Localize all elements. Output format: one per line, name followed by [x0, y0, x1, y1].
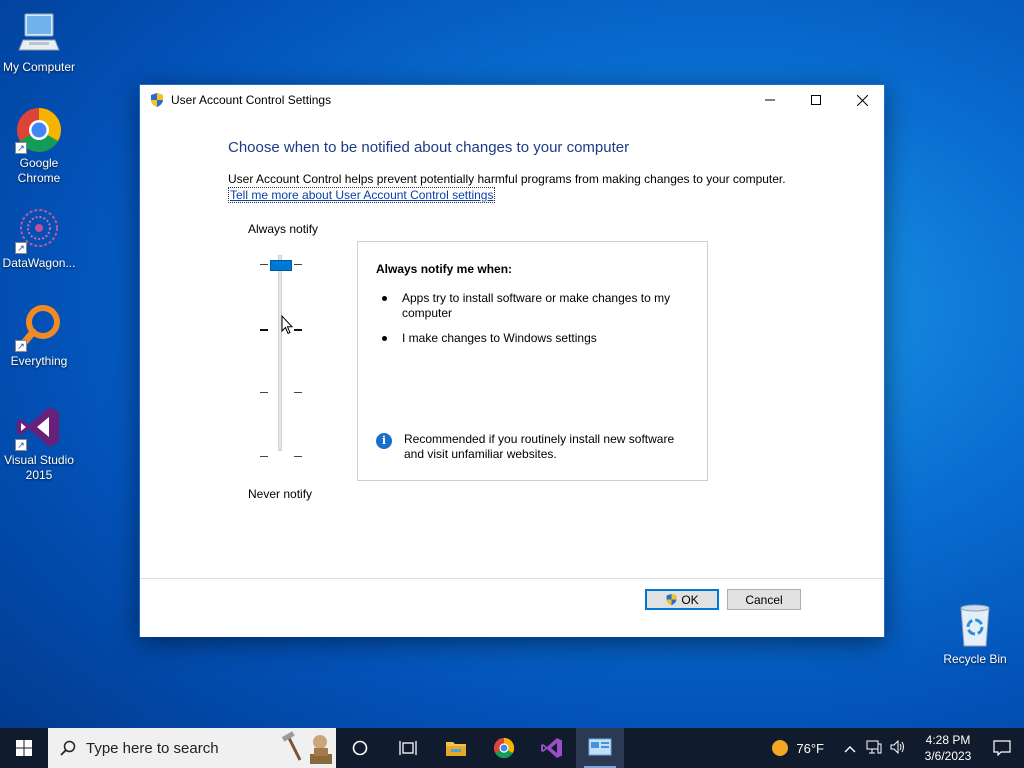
- maximize-icon: [811, 95, 821, 105]
- slider-tick: [260, 456, 268, 457]
- level-description-panel: Always notify me when: Apps try to insta…: [357, 241, 708, 481]
- action-center-button[interactable]: [980, 728, 1024, 768]
- minimize-button[interactable]: [747, 85, 793, 115]
- panel-title: Always notify me when:: [376, 262, 513, 276]
- ok-button-label: OK: [681, 592, 699, 607]
- datawagon-icon: ↗: [15, 206, 63, 254]
- title-bar[interactable]: User Account Control Settings: [140, 85, 884, 115]
- chrome-icon: [493, 737, 515, 759]
- desktop-icon-visual-studio[interactable]: ↗ Visual Studio 2015: [0, 403, 78, 483]
- volume-icon[interactable]: [886, 739, 910, 757]
- uac-settings-taskbar-button[interactable]: [576, 728, 624, 768]
- task-view-icon: [399, 741, 417, 755]
- uac-shield-icon: [151, 93, 163, 107]
- chevron-up-icon[interactable]: [838, 741, 862, 756]
- cortana-button[interactable]: [336, 728, 384, 768]
- desktop-icon-label: Visual Studio 2015: [4, 453, 74, 482]
- notification-level-slider[interactable]: [252, 245, 312, 465]
- slider-tick: [260, 264, 268, 265]
- windows-logo-icon: [16, 740, 32, 756]
- sun-icon: [772, 740, 789, 756]
- network-icon[interactable]: [862, 740, 886, 757]
- bullet-list: Apps try to install software or make cha…: [380, 291, 690, 356]
- window-title: User Account Control Settings: [171, 93, 332, 107]
- visual-studio-taskbar-button[interactable]: [528, 728, 576, 768]
- slider-tick: [260, 329, 268, 331]
- taskbar-search-box[interactable]: Type here to search: [48, 728, 336, 768]
- maximize-button[interactable]: [793, 85, 839, 115]
- desktop-icon-label: Recycle Bin: [943, 652, 1007, 666]
- recommendation-note: i Recommended if you routinely install n…: [376, 432, 696, 462]
- recommendation-text: Recommended if you routinely install new…: [404, 432, 675, 461]
- list-item: I make changes to Windows settings: [380, 331, 690, 346]
- cancel-button-label: Cancel: [745, 592, 783, 607]
- desktop-icon-label: DataWagon...: [2, 256, 76, 270]
- shortcut-arrow-icon: ↗: [15, 340, 27, 352]
- info-icon: i: [376, 433, 392, 449]
- slider-top-label: Always notify: [248, 222, 319, 236]
- folder-icon: [446, 742, 466, 756]
- slider-bottom-label: Never notify: [248, 487, 313, 501]
- slider-tick: [294, 392, 302, 393]
- weather-temperature: 76°F: [796, 740, 824, 756]
- file-explorer-button[interactable]: [432, 728, 480, 768]
- start-button[interactable]: [0, 728, 48, 768]
- clock-time: 4:28 PM: [925, 733, 971, 747]
- desktop-icon-recycle-bin[interactable]: Recycle Bin: [936, 602, 1014, 667]
- slider-thumb[interactable]: [270, 260, 292, 271]
- desktop-icon-label: Everything: [10, 354, 68, 368]
- minimize-icon: [765, 99, 775, 101]
- search-highlight-icon: [281, 731, 332, 764]
- desktop-icon-datawagon[interactable]: ↗ DataWagon...: [0, 206, 78, 271]
- notification-icon: [993, 740, 1011, 756]
- dialog-content: Choose when to be notified about changes…: [140, 115, 884, 578]
- page-heading: Choose when to be notified about changes…: [228, 139, 630, 156]
- dialog-footer: OK Cancel: [140, 578, 884, 637]
- chrome-taskbar-button[interactable]: [480, 728, 528, 768]
- visual-studio-icon: ↗: [15, 403, 63, 451]
- slider-tick: [294, 456, 302, 457]
- chrome-icon: ↗: [15, 106, 63, 154]
- weather-widget[interactable]: 76°F: [772, 740, 824, 756]
- mouse-cursor-icon: [281, 315, 293, 335]
- slider-tick: [294, 264, 302, 265]
- desktop-icon-label: Google Chrome: [17, 156, 61, 185]
- uac-settings-window: User Account Control Settings Choose whe…: [139, 84, 885, 637]
- description-text: User Account Control helps prevent poten…: [228, 172, 786, 186]
- uac-shield-icon: [666, 593, 677, 606]
- taskbar: Type here to search 76°F 4:28 PM 3/6/202…: [0, 728, 1024, 768]
- clock[interactable]: 4:28 PM 3/6/2023: [916, 732, 980, 764]
- search-placeholder: Type here to search: [86, 739, 219, 757]
- shortcut-arrow-icon: ↗: [15, 142, 27, 154]
- recycle-bin-icon: [951, 602, 999, 650]
- desktop-icon-chrome[interactable]: ↗ Google Chrome: [0, 106, 78, 186]
- computer-icon: [15, 10, 63, 58]
- close-icon: [856, 94, 868, 106]
- slider-tick: [294, 329, 302, 331]
- search-icon: [60, 740, 76, 756]
- everything-icon: ↗: [15, 304, 63, 352]
- system-tray: 76°F 4:28 PM 3/6/2023: [772, 728, 1024, 768]
- shortcut-arrow-icon: ↗: [15, 439, 27, 451]
- control-panel-icon: [588, 738, 612, 756]
- shortcut-arrow-icon: ↗: [15, 242, 27, 254]
- task-view-button[interactable]: [384, 728, 432, 768]
- list-item: Apps try to install software or make cha…: [380, 291, 690, 321]
- desktop-icon-my-computer[interactable]: My Computer: [0, 10, 78, 75]
- desktop-icon-everything[interactable]: ↗ Everything: [0, 304, 78, 369]
- close-button[interactable]: [839, 85, 885, 115]
- visual-studio-icon: [541, 738, 562, 758]
- slider-track[interactable]: [278, 255, 282, 451]
- cortana-icon: [352, 740, 368, 756]
- slider-tick: [260, 392, 268, 393]
- learn-more-link[interactable]: Tell me more about User Account Control …: [228, 187, 496, 203]
- desktop-icon-label: My Computer: [2, 60, 76, 74]
- cancel-button[interactable]: Cancel: [727, 589, 801, 610]
- ok-button[interactable]: OK: [645, 589, 719, 610]
- clock-date: 3/6/2023: [924, 749, 972, 763]
